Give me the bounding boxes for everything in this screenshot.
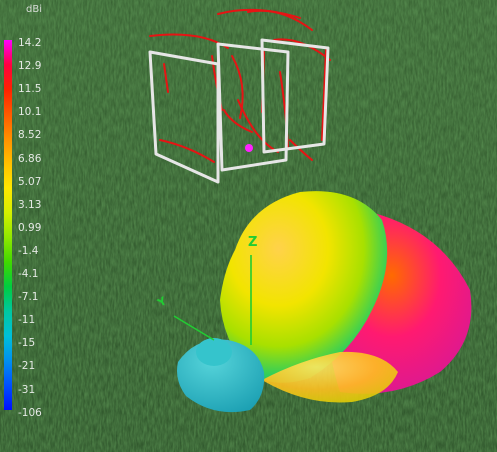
legend-tick-label: 10.1 [18,106,42,119]
legend-tick-label: -1.4 [18,244,39,257]
legend-tick-label: -11 [18,314,36,327]
scene-canvas[interactable]: Z Y [0,0,497,452]
antenna-3d-viewport[interactable]: Z Y dBi 14.2 12.9 11.5 10.1 8.52 6.86 5.07 3.13… [0,0,497,452]
legend-tick-label: -106 [18,406,42,419]
legend-tick-label: 5.07 [18,175,42,188]
legend-unit-label: dBi [26,4,42,15]
legend-tick-label: 14.2 [18,37,42,49]
feed-point-marker [245,144,253,152]
legend-tick-label: -15 [18,337,36,350]
pattern-side-lobe-tip [196,338,232,366]
legend-tick-label: 12.9 [18,60,42,73]
legend-color-bar [4,40,12,410]
gain-color-legend: dBi 14.2 12.9 11.5 10.1 8.52 6.86 5.07 3.13 0.99… [0,0,48,420]
legend-tick-label: -31 [18,383,36,396]
legend-tick-label: 0.99 [18,221,42,234]
legend-tick-label: 6.86 [18,152,42,165]
legend-tick-label: -7.1 [18,291,39,304]
legend-tick-label: -21 [18,360,36,373]
legend-tick-label: 11.5 [18,83,42,96]
z-axis-label: Z [248,235,257,250]
legend-tick-label: -4.1 [18,268,39,280]
legend-tick-label: 3.13 [18,198,42,211]
legend-tick-label: 8.52 [18,129,42,142]
